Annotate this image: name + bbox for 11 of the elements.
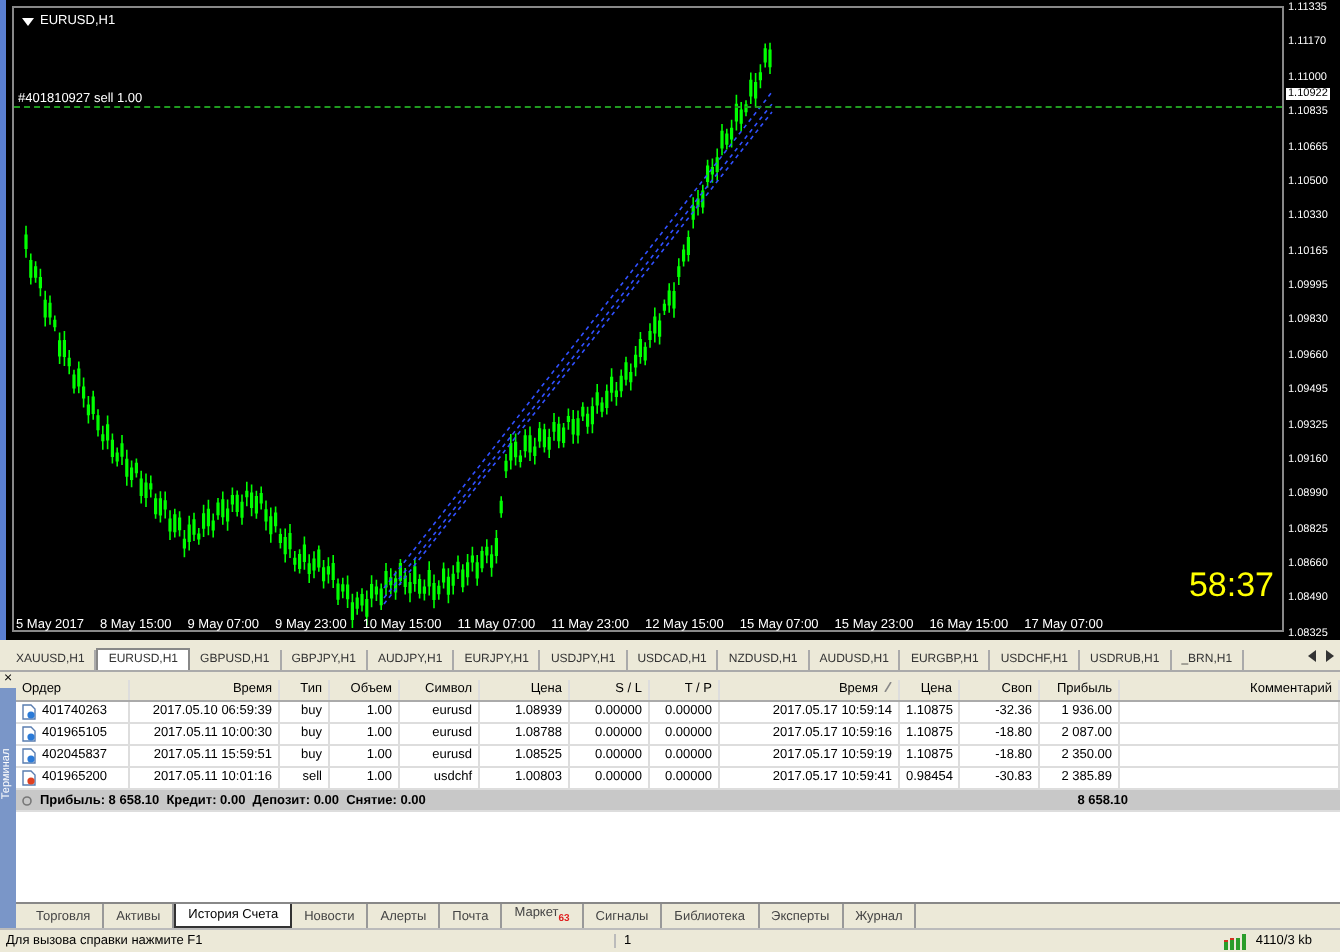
scroll-left-icon[interactable]: [1308, 650, 1316, 662]
scroll-right-icon[interactable]: [1326, 650, 1334, 662]
connection-bars-icon: [1223, 933, 1248, 949]
buy-order-icon: [22, 748, 36, 764]
dropdown-icon[interactable]: [22, 17, 34, 25]
bar-timer: 58:37: [1188, 566, 1274, 606]
sort-icon: [884, 682, 892, 692]
buy-order-icon: [22, 704, 36, 720]
sell-order-icon: [22, 770, 36, 786]
summary-icon: [22, 795, 32, 805]
buy-order-icon: [22, 726, 36, 742]
